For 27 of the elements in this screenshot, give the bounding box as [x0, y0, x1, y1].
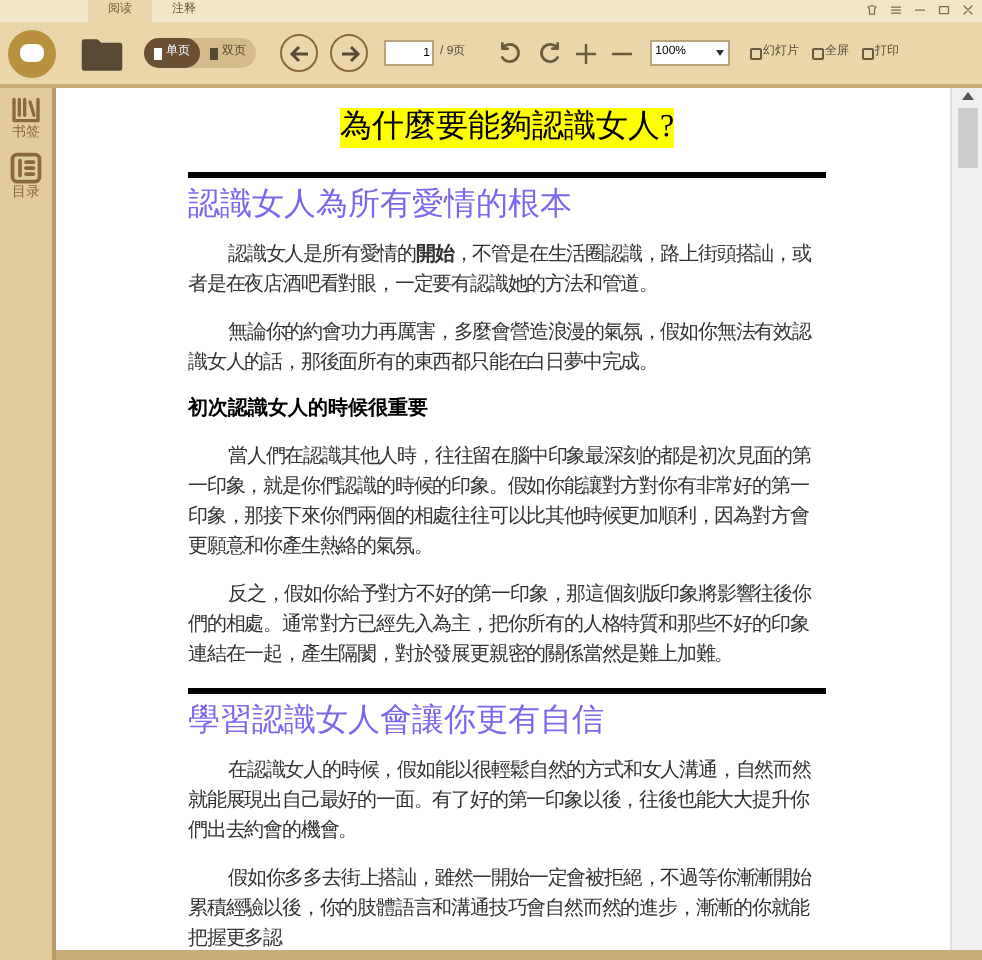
- document-title: 為什麼要能夠認識女人?: [339, 108, 675, 148]
- subheading: 初次認識女人的時候很重要: [188, 396, 430, 424]
- paragraph: 反之，假如你給予對方不好的第一印象，那這個刻版印象將影響往後你們的相處。通常對方已經先入為主，把你所有的人格特質和那些不好的印象連結在一起，產生隔閡，對於發展更親密的關係當然是難上加難。: [188, 581, 814, 670]
- menu-icon[interactable]: [890, 4, 902, 16]
- paragraph: 當人們在認識其他人時，往往留在腦中印象最深刻的都是初次見面的第一印象，就是你們認識的時候的印象。假如你能讓對方對你有非常好的第一印象，那接下來你們兩個的相處往往可以比其他時候更加順利，因為對方會更願意和你產生熱絡的氣氛。: [188, 443, 813, 562]
- paragraph: 認識女人是所有愛情的開始，不管是在生活圈認識，路上街頭搭訕，或者是在夜店酒吧看對眼，一定要有認識她的方法和管道。: [188, 241, 813, 300]
- books-icon[interactable]: [8, 94, 44, 126]
- arrow-left-icon: [287, 41, 311, 65]
- section-heading: 認識女人為所有愛情的根本: [188, 186, 574, 226]
- scrollbar[interactable]: [950, 88, 982, 950]
- shirt-icon[interactable]: [866, 4, 878, 16]
- maximize-icon[interactable]: [938, 4, 950, 16]
- minimize-icon[interactable]: [914, 4, 926, 16]
- logo-icon[interactable]: [8, 29, 56, 77]
- section-heading: 學習認識女人會讓你更有自信: [188, 702, 606, 742]
- paragraph: 假如你多多去街上搭訕，雖然一開始一定會被拒絕，不過等你漸漸開始累積經驗以後，你的肢體語言和溝通技巧會自然而然的進步，漸漸的你就能把握更多認: [188, 865, 814, 954]
- rotate-left-icon[interactable]: [497, 40, 524, 66]
- paragraph: 在認識女人的時候，假如能以很輕鬆自然的方式和女人溝通，自然而然就能展現出自己最好的一面。有了好的第一印象以後，往後也能大大提升你們出去約會的機會。: [188, 757, 813, 846]
- back-button[interactable]: [280, 34, 318, 72]
- list-icon[interactable]: [8, 150, 44, 186]
- folder-icon[interactable]: [80, 35, 124, 71]
- rotate-right-icon[interactable]: [535, 40, 562, 66]
- paragraph: 無論你的約會功力再厲害，多麼會營造浪漫的氣氛，假如你無法有效認識女人的話，那後面所有的東西都只能在白日夢中完成。: [188, 319, 814, 378]
- zoom-in-icon[interactable]: [573, 41, 598, 65]
- arrow-right-icon: [337, 41, 361, 65]
- close-icon[interactable]: [962, 4, 974, 16]
- forward-button[interactable]: [330, 34, 368, 72]
